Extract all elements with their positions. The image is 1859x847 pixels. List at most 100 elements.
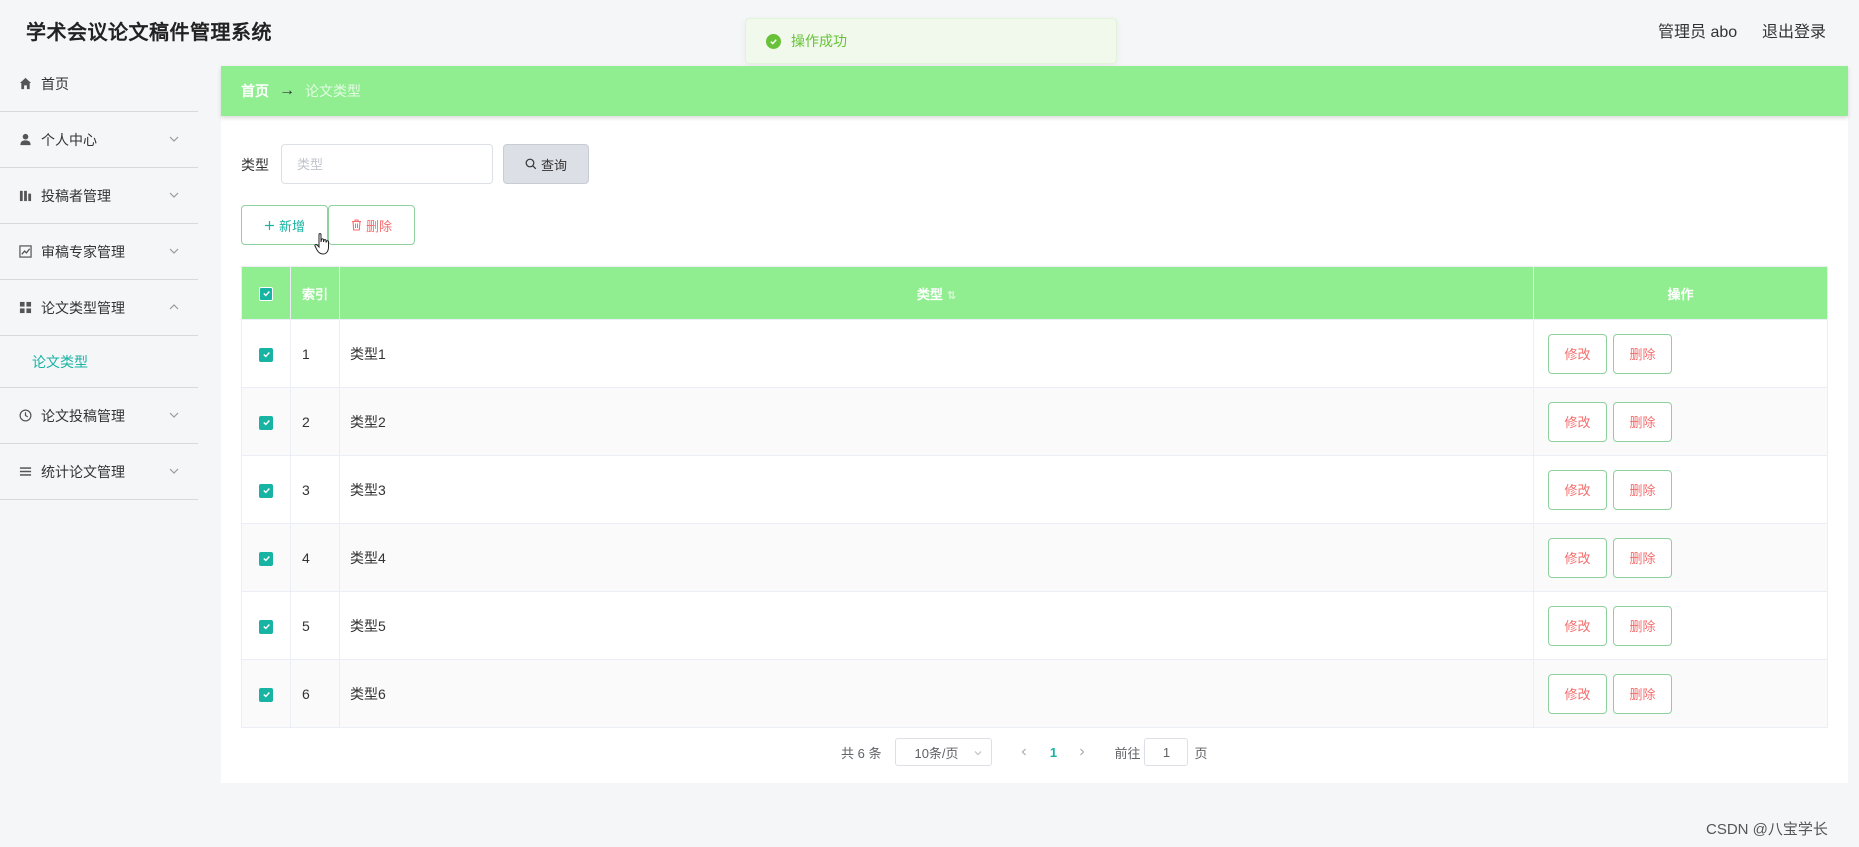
sidebar-item-label: 论文投稿管理 [41,407,125,424]
column-header-index: 索引 [290,266,340,320]
select-all-checkbox[interactable] [259,286,273,301]
row-type: 类型1 [339,319,1534,388]
sidebar-item-reviewer-management[interactable]: 审稿专家管理 [0,224,198,280]
home-icon [18,77,32,91]
pagination-total: 共 6 条 [841,745,882,761]
sidebar-item-label: 投稿者管理 [41,187,111,204]
row-index: 1 [290,319,340,388]
prev-page-button[interactable] [1014,738,1034,766]
sidebar: 首页 个人中心 投稿者管理 审稿专家管理 论文类型管理 论文类型 论文投稿管理 … [0,56,198,500]
row-select-cell [241,523,291,592]
delete-button[interactable]: 删除 [1613,401,1672,442]
sidebar-item-paper-type-management[interactable]: 论文类型管理 [0,280,198,336]
sidebar-item-personal-center[interactable]: 个人中心 [0,112,198,168]
row-index: 3 [290,455,340,524]
row-actions: 修改 删除 [1533,591,1828,660]
success-toast: 操作成功 [745,18,1117,64]
delete-button[interactable]: 删除 [1613,469,1672,510]
row-select-cell [241,455,291,524]
next-page-button[interactable] [1072,738,1092,766]
user-icon [18,133,32,147]
row-select-cell [241,591,291,660]
delete-button[interactable]: 删除 [1613,333,1672,374]
bars-icon [18,189,32,203]
row-checkbox[interactable] [259,551,273,566]
page-size-select[interactable]: 10条/页 [895,738,993,766]
page-jump-input[interactable] [1144,738,1189,766]
add-button-label: 新增 [278,218,305,234]
chevron-down-icon [169,136,179,142]
row-actions: 修改 删除 [1533,523,1828,592]
breadcrumb-home-link[interactable]: 首页 [241,81,269,101]
page-jump-unit: 页 [1194,745,1208,761]
app-title: 学术会议论文稿件管理系统 [26,22,272,44]
search-type-input[interactable] [281,144,493,184]
chevron-down-icon [169,468,179,474]
sidebar-subitem-paper-type[interactable]: 论文类型 [0,336,198,388]
table-header-row: 索引 类型 ⇅ 操作 [241,266,1828,320]
edit-button[interactable]: 修改 [1548,401,1607,442]
sidebar-item-home[interactable]: 首页 [0,56,198,112]
row-select-cell [241,319,291,388]
row-type: 类型4 [339,523,1534,592]
batch-delete-button[interactable]: 删除 [328,205,415,245]
query-button[interactable]: 查询 [503,144,589,184]
clock-icon [18,409,32,423]
breadcrumb: 首页 → 论文类型 [221,66,1848,116]
chevron-down-icon [169,412,179,418]
sidebar-item-submission-management[interactable]: 论文投稿管理 [0,388,198,444]
row-type: 类型3 [339,455,1534,524]
pagination: 共 6 条 10条/页 1 前往 页 [841,738,1208,766]
sidebar-item-label: 审稿专家管理 [41,243,125,260]
row-index: 6 [290,659,340,728]
paper-type-table: 索引 类型 ⇅ 操作 1 类型1 修改 删除 2 类型2 修改 删除 3 类型3… [241,266,1828,728]
row-type: 类型6 [339,659,1534,728]
table-row: 1 类型1 修改 删除 [241,319,1828,388]
edit-button[interactable]: 修改 [1548,333,1607,374]
column-header-type[interactable]: 类型 ⇅ [339,266,1534,320]
row-type: 类型5 [339,591,1534,660]
row-checkbox[interactable] [259,687,273,702]
list-icon [18,465,32,479]
row-index: 4 [290,523,340,592]
sidebar-item-submitter-management[interactable]: 投稿者管理 [0,168,198,224]
table-row: 4 类型4 修改 删除 [241,523,1828,592]
breadcrumb-separator: → [279,82,295,99]
chevron-right-icon [1080,748,1085,756]
chart-icon [18,245,32,259]
delete-button[interactable]: 删除 [1613,605,1672,646]
column-header-type-label: 类型 [916,286,943,302]
edit-button[interactable]: 修改 [1548,469,1607,510]
row-index: 5 [290,591,340,660]
main-panel: 首页 → 论文类型 类型 查询 新增 删除 索引 [221,66,1848,783]
sidebar-item-label: 论文类型管理 [41,299,125,316]
page-size-value: 10条/页 [914,745,959,761]
table-body: 1 类型1 修改 删除 2 类型2 修改 删除 3 类型3 修改 删除 4 类型… [241,319,1828,728]
toast-message: 操作成功 [791,33,847,49]
page-number[interactable]: 1 [1034,745,1072,760]
search-type-label: 类型 [241,157,269,173]
chevron-left-icon [1022,748,1027,756]
row-checkbox[interactable] [259,347,273,362]
watermark-text: CSDN @八宝学长 [1706,821,1828,838]
table-row: 2 类型2 修改 删除 [241,387,1828,456]
sidebar-item-statistics-management[interactable]: 统计论文管理 [0,444,198,500]
row-checkbox[interactable] [259,619,273,634]
hand-cursor-icon [314,233,329,255]
edit-button[interactable]: 修改 [1548,605,1607,646]
chevron-up-icon [169,304,179,310]
select-all-cell [241,266,291,320]
table-row: 6 类型6 修改 删除 [241,659,1828,728]
delete-button[interactable]: 删除 [1613,673,1672,714]
row-actions: 修改 删除 [1533,659,1828,728]
edit-button[interactable]: 修改 [1548,673,1607,714]
row-select-cell [241,659,291,728]
row-checkbox[interactable] [259,483,273,498]
logout-link[interactable]: 退出登录 [1762,18,1826,42]
table-row: 3 类型3 修改 删除 [241,455,1828,524]
delete-button[interactable]: 删除 [1613,537,1672,578]
sort-icon[interactable]: ⇅ [947,290,956,302]
trash-icon [351,219,361,231]
edit-button[interactable]: 修改 [1548,537,1607,578]
row-checkbox[interactable] [259,415,273,430]
